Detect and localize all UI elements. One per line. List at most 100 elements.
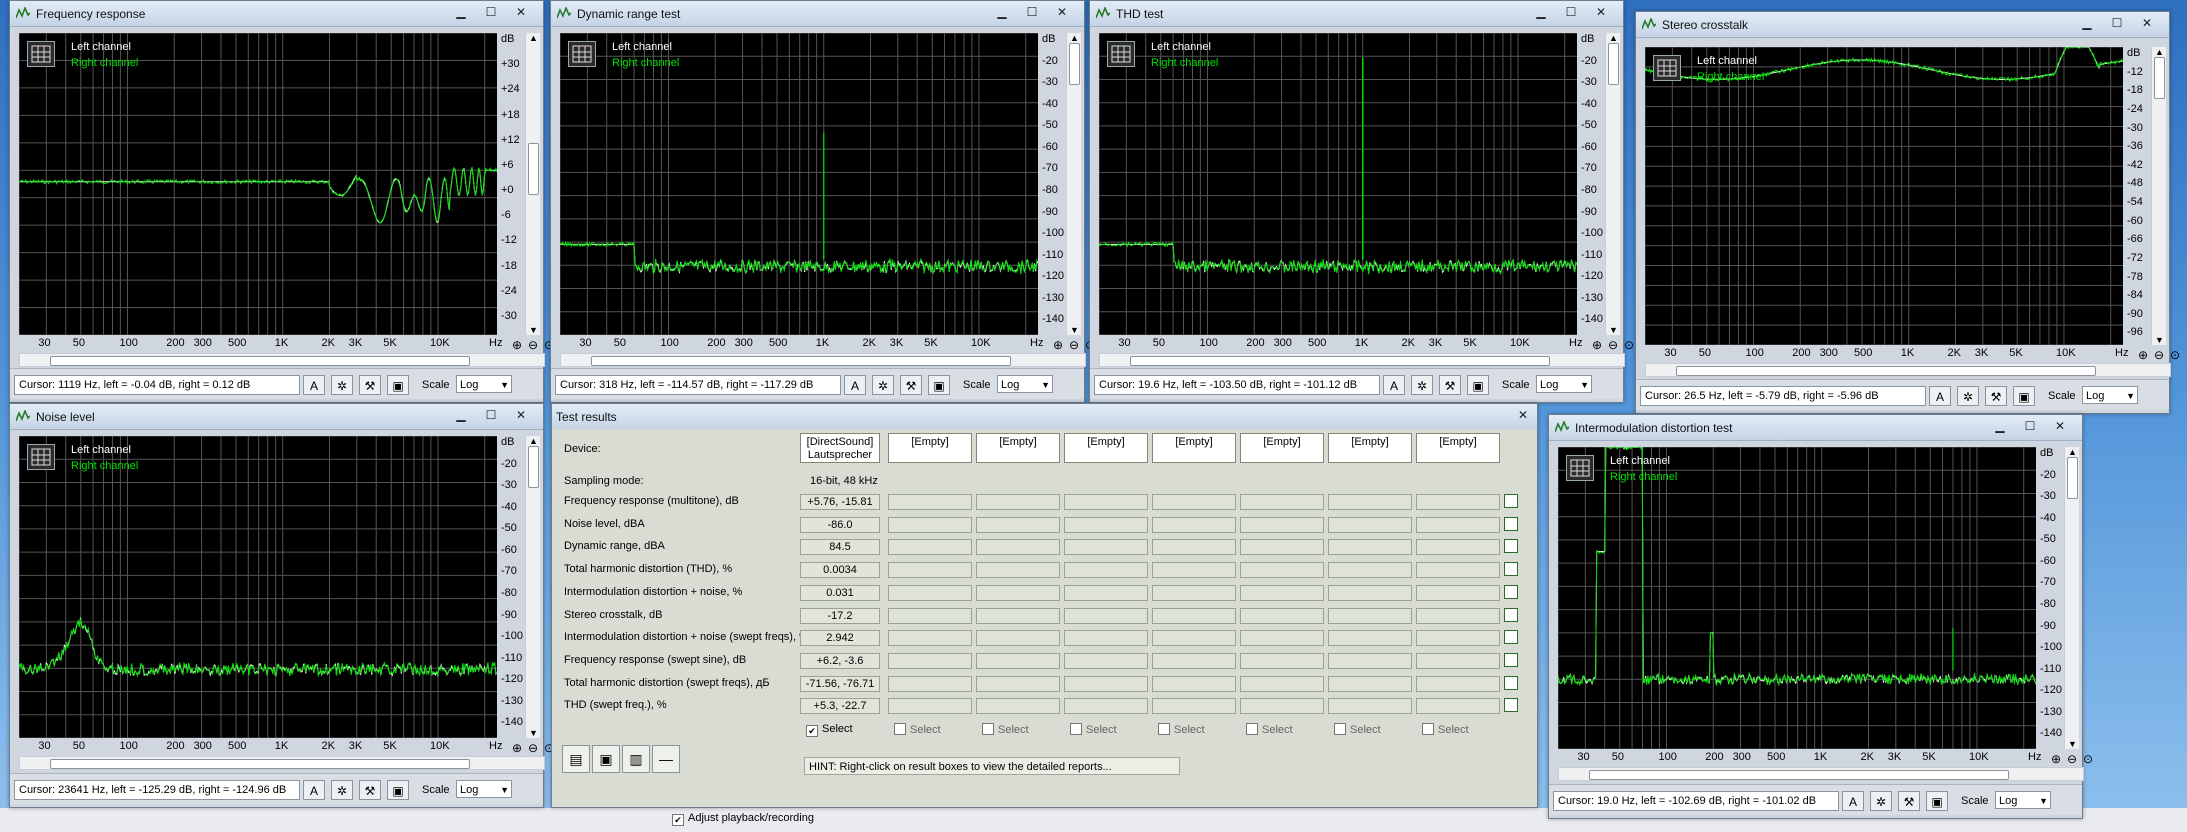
copy-icon[interactable]: ▥ xyxy=(622,745,650,773)
close-icon[interactable]: ✕ xyxy=(511,4,531,21)
empty-result-cell[interactable] xyxy=(976,562,1060,579)
empty-result-cell[interactable] xyxy=(1328,698,1412,715)
empty-result-cell[interactable] xyxy=(976,630,1060,647)
empty-result-cell[interactable] xyxy=(976,675,1060,692)
table-report-icon[interactable] xyxy=(1504,584,1518,599)
empty-result-cell[interactable] xyxy=(1152,494,1236,510)
maximize-icon[interactable]: ☐ xyxy=(1561,4,1581,21)
vertical-scrollbar[interactable]: ▲ ▼ xyxy=(525,33,540,335)
result-value-cell[interactable]: 0.031 xyxy=(800,584,880,601)
scale-select[interactable]: Log ▼ xyxy=(997,375,1053,393)
device-column-header[interactable]: [Empty] xyxy=(1064,433,1148,463)
empty-result-cell[interactable] xyxy=(1328,652,1412,669)
empty-result-cell[interactable] xyxy=(1328,630,1412,647)
empty-result-cell[interactable] xyxy=(888,516,972,533)
zoom-fit-icon[interactable]: ⊙ xyxy=(2080,751,2096,767)
device-column-header[interactable]: [Empty] xyxy=(1328,433,1412,463)
title-bar[interactable]: Test results ✕ xyxy=(552,404,1537,430)
zoom-out-icon[interactable]: ⊖ xyxy=(1066,337,1082,353)
title-bar[interactable]: Dynamic range test ▁ ☐ ✕ xyxy=(551,1,1084,27)
empty-result-cell[interactable] xyxy=(1064,584,1148,601)
empty-result-cell[interactable] xyxy=(1152,630,1236,647)
zoom-out-icon[interactable]: ⊖ xyxy=(525,337,541,353)
empty-result-cell[interactable] xyxy=(1240,494,1324,510)
empty-result-cell[interactable] xyxy=(1152,516,1236,533)
scroll-thumb[interactable] xyxy=(1589,770,2009,780)
device-column-header[interactable]: [Empty] xyxy=(1152,433,1236,463)
minimize-icon[interactable]: ▁ xyxy=(451,4,471,21)
save-icon[interactable]: ▣ xyxy=(387,780,409,800)
font-icon[interactable]: A xyxy=(303,780,325,800)
zoom-in-icon[interactable]: ⊕ xyxy=(1589,337,1605,353)
font-icon[interactable]: A xyxy=(1383,375,1405,395)
title-bar[interactable]: Intermodulation distortion test ▁ ☐ ✕ xyxy=(1549,415,2082,441)
empty-result-cell[interactable] xyxy=(1064,516,1148,533)
close-icon[interactable]: ✕ xyxy=(1591,4,1611,21)
close-icon[interactable]: ✕ xyxy=(2050,418,2070,435)
vertical-scrollbar[interactable]: ▲ ▼ xyxy=(2151,47,2166,345)
scale-select[interactable]: Log ▼ xyxy=(456,780,512,798)
scroll-down-icon[interactable]: ▼ xyxy=(1609,325,1618,335)
empty-result-cell[interactable] xyxy=(888,584,972,601)
font-icon[interactable]: A xyxy=(1842,791,1864,811)
empty-result-cell[interactable] xyxy=(1064,698,1148,715)
empty-result-cell[interactable] xyxy=(1416,562,1500,579)
empty-result-cell[interactable] xyxy=(888,652,972,669)
result-value-cell[interactable]: -71.56, -76.71 xyxy=(800,675,880,692)
scroll-up-icon[interactable]: ▲ xyxy=(529,436,538,446)
select-checkbox[interactable]: Select xyxy=(1070,723,1117,736)
device-column-header[interactable]: [Empty] xyxy=(888,433,972,463)
settings-icon[interactable]: ✲ xyxy=(872,375,894,395)
scroll-up-icon[interactable]: ▲ xyxy=(529,33,538,43)
empty-result-cell[interactable] xyxy=(1416,539,1500,556)
empty-result-cell[interactable] xyxy=(1328,494,1412,510)
table-report-icon[interactable] xyxy=(1504,607,1518,622)
zoom-in-icon[interactable]: ⊕ xyxy=(1050,337,1066,353)
empty-result-cell[interactable] xyxy=(888,562,972,579)
settings-icon[interactable]: ✲ xyxy=(331,780,353,800)
save-icon[interactable]: ▣ xyxy=(1467,375,1489,395)
empty-result-cell[interactable] xyxy=(1064,652,1148,669)
wrench-icon[interactable]: ⚒ xyxy=(1439,375,1461,395)
device-column-header[interactable]: [Empty] xyxy=(1416,433,1500,463)
empty-result-cell[interactable] xyxy=(1152,562,1236,579)
empty-result-cell[interactable] xyxy=(1064,562,1148,579)
zoom-out-icon[interactable]: ⊖ xyxy=(1605,337,1621,353)
result-value-cell[interactable]: 0.0034 xyxy=(800,562,880,579)
spectrum-graph[interactable]: Left channel Right channel xyxy=(1099,33,1577,335)
empty-result-cell[interactable] xyxy=(1152,584,1236,601)
empty-result-cell[interactable] xyxy=(1240,562,1324,579)
maximize-icon[interactable]: ☐ xyxy=(2020,418,2040,435)
settings-icon[interactable]: ✲ xyxy=(1957,386,1979,406)
empty-result-cell[interactable] xyxy=(1240,584,1324,601)
title-bar[interactable]: THD test ▁ ☐ ✕ xyxy=(1090,1,1623,27)
font-icon[interactable]: A xyxy=(1929,386,1951,406)
result-value-cell[interactable]: +6.2, -3.6 xyxy=(800,652,880,669)
scroll-down-icon[interactable]: ▼ xyxy=(529,325,538,335)
empty-result-cell[interactable] xyxy=(1152,675,1236,692)
scroll-thumb[interactable] xyxy=(1130,356,1550,366)
minimize-icon[interactable]: ▁ xyxy=(1990,418,2010,435)
empty-result-cell[interactable] xyxy=(1328,675,1412,692)
table-report-icon[interactable] xyxy=(1504,698,1518,713)
empty-result-cell[interactable] xyxy=(1064,607,1148,624)
empty-result-cell[interactable] xyxy=(888,675,972,692)
adjust-checkbox[interactable]: ✔ Adjust playback/recording xyxy=(672,812,814,826)
table-report-icon[interactable] xyxy=(1504,562,1518,577)
minus-icon[interactable]: — xyxy=(652,745,680,773)
scroll-thumb[interactable] xyxy=(1608,43,1619,85)
table-report-icon[interactable] xyxy=(1504,494,1518,508)
empty-result-cell[interactable] xyxy=(976,584,1060,601)
scroll-thumb[interactable] xyxy=(2067,457,2078,499)
empty-result-cell[interactable] xyxy=(1152,539,1236,556)
empty-result-cell[interactable] xyxy=(1240,539,1324,556)
vertical-scrollbar[interactable]: ▲ ▼ xyxy=(525,436,540,738)
spectrum-graph[interactable]: Left channel Right channel xyxy=(1558,447,2036,749)
close-icon[interactable]: ✕ xyxy=(1052,4,1072,21)
table-report-icon[interactable] xyxy=(1504,652,1518,667)
scroll-thumb[interactable] xyxy=(528,446,539,488)
empty-result-cell[interactable] xyxy=(1416,584,1500,601)
result-value-cell[interactable]: +5.3, -22.7 xyxy=(800,698,880,715)
save-icon[interactable]: ▣ xyxy=(928,375,950,395)
scroll-down-icon[interactable]: ▼ xyxy=(2068,739,2077,749)
